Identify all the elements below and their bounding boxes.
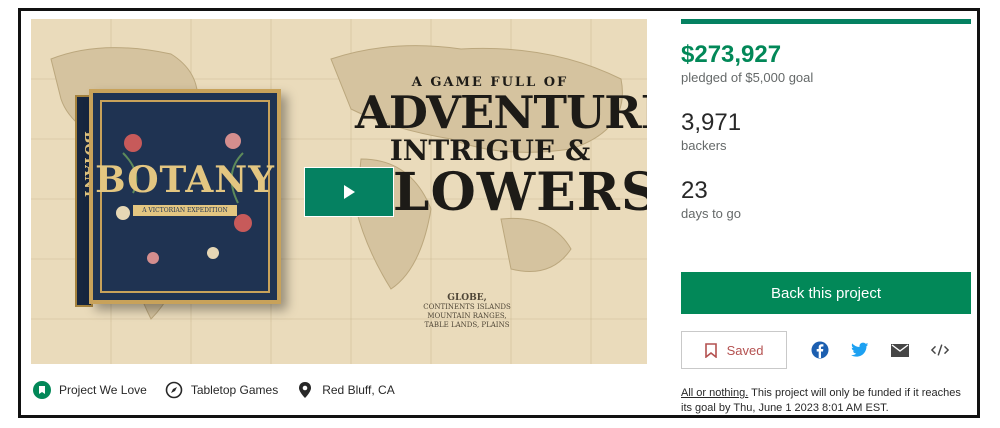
map-caption-line: TABLE LANDS, PLAINS — [424, 321, 510, 329]
saved-label: Saved — [726, 342, 764, 358]
backers-label: backers — [681, 138, 727, 153]
project-card: BOTANY BOTANY A VICTORIAN EXPEDITION A G… — [18, 8, 980, 418]
embed-code-icon[interactable] — [931, 341, 949, 359]
game-box: BOTANY A VICTORIAN EXPEDITION — [89, 89, 281, 304]
back-project-button[interactable]: Back this project — [681, 272, 971, 314]
video-headline: A GAME FULL OF ADVENTURE INTRIGUE & FLOW… — [355, 75, 647, 223]
days-label: days to go — [681, 206, 741, 221]
play-button[interactable] — [304, 167, 394, 217]
box-title: BOTANY — [95, 159, 275, 201]
facebook-icon[interactable] — [811, 341, 829, 359]
map-caption-title: GLOBE, — [447, 293, 487, 303]
backers-count: 3,971 — [681, 109, 742, 136]
tag-category[interactable]: Tabletop Games — [165, 381, 278, 399]
email-icon[interactable] — [891, 341, 909, 359]
map-caption-line: CONTINENTS ISLANDS — [423, 303, 511, 311]
project-video[interactable]: BOTANY BOTANY A VICTORIAN EXPEDITION A G… — [31, 19, 647, 364]
backers-stat: 3,971 backers — [681, 109, 971, 155]
project-tags: Project We Love Tabletop Games Red Bluff… — [33, 381, 413, 399]
saved-button[interactable]: Saved — [681, 331, 787, 369]
box-subtitle: A VICTORIAN EXPEDITION — [133, 205, 237, 216]
pledged-label: pledged of $5,000 goal — [681, 70, 814, 85]
tag-label: Tabletop Games — [190, 383, 279, 397]
project-actions: Saved — [681, 331, 971, 369]
tag-location[interactable]: Red Bluff, CA — [296, 381, 395, 399]
pledged-amount: $273,927 — [681, 41, 782, 68]
bookmark-icon — [704, 342, 717, 358]
headline-line-2: ADVENTURE — [355, 86, 647, 139]
tag-label: Red Bluff, CA — [322, 383, 395, 397]
twitter-icon[interactable] — [851, 341, 869, 359]
days-stat: 23 days to go — [681, 177, 971, 223]
headline-line-4: FLOWERS — [355, 162, 647, 223]
map-caption-line: MOUNTAIN RANGES, — [427, 312, 507, 320]
compass-icon — [165, 381, 183, 399]
funding-progress-bar — [681, 19, 971, 24]
days-count: 23 — [681, 177, 708, 204]
share-links — [811, 341, 971, 359]
tag-label: Project We Love — [59, 383, 147, 397]
pledged-stat: $273,927 pledged of $5,000 goal — [681, 41, 971, 87]
funding-note: All or nothing. This project will only b… — [681, 386, 971, 416]
kickstarter-badge-icon — [33, 381, 51, 399]
tag-project-we-love[interactable]: Project We Love — [33, 381, 147, 399]
funding-panel: $273,927 pledged of $5,000 goal 3,971 ba… — [681, 19, 971, 414]
all-or-nothing-link[interactable]: All or nothing. — [681, 387, 748, 399]
play-icon — [344, 185, 355, 199]
map-caption: GLOBE, CONTINENTS ISLANDS MOUNTAIN RANGE… — [397, 294, 537, 330]
location-pin-icon — [296, 381, 314, 399]
